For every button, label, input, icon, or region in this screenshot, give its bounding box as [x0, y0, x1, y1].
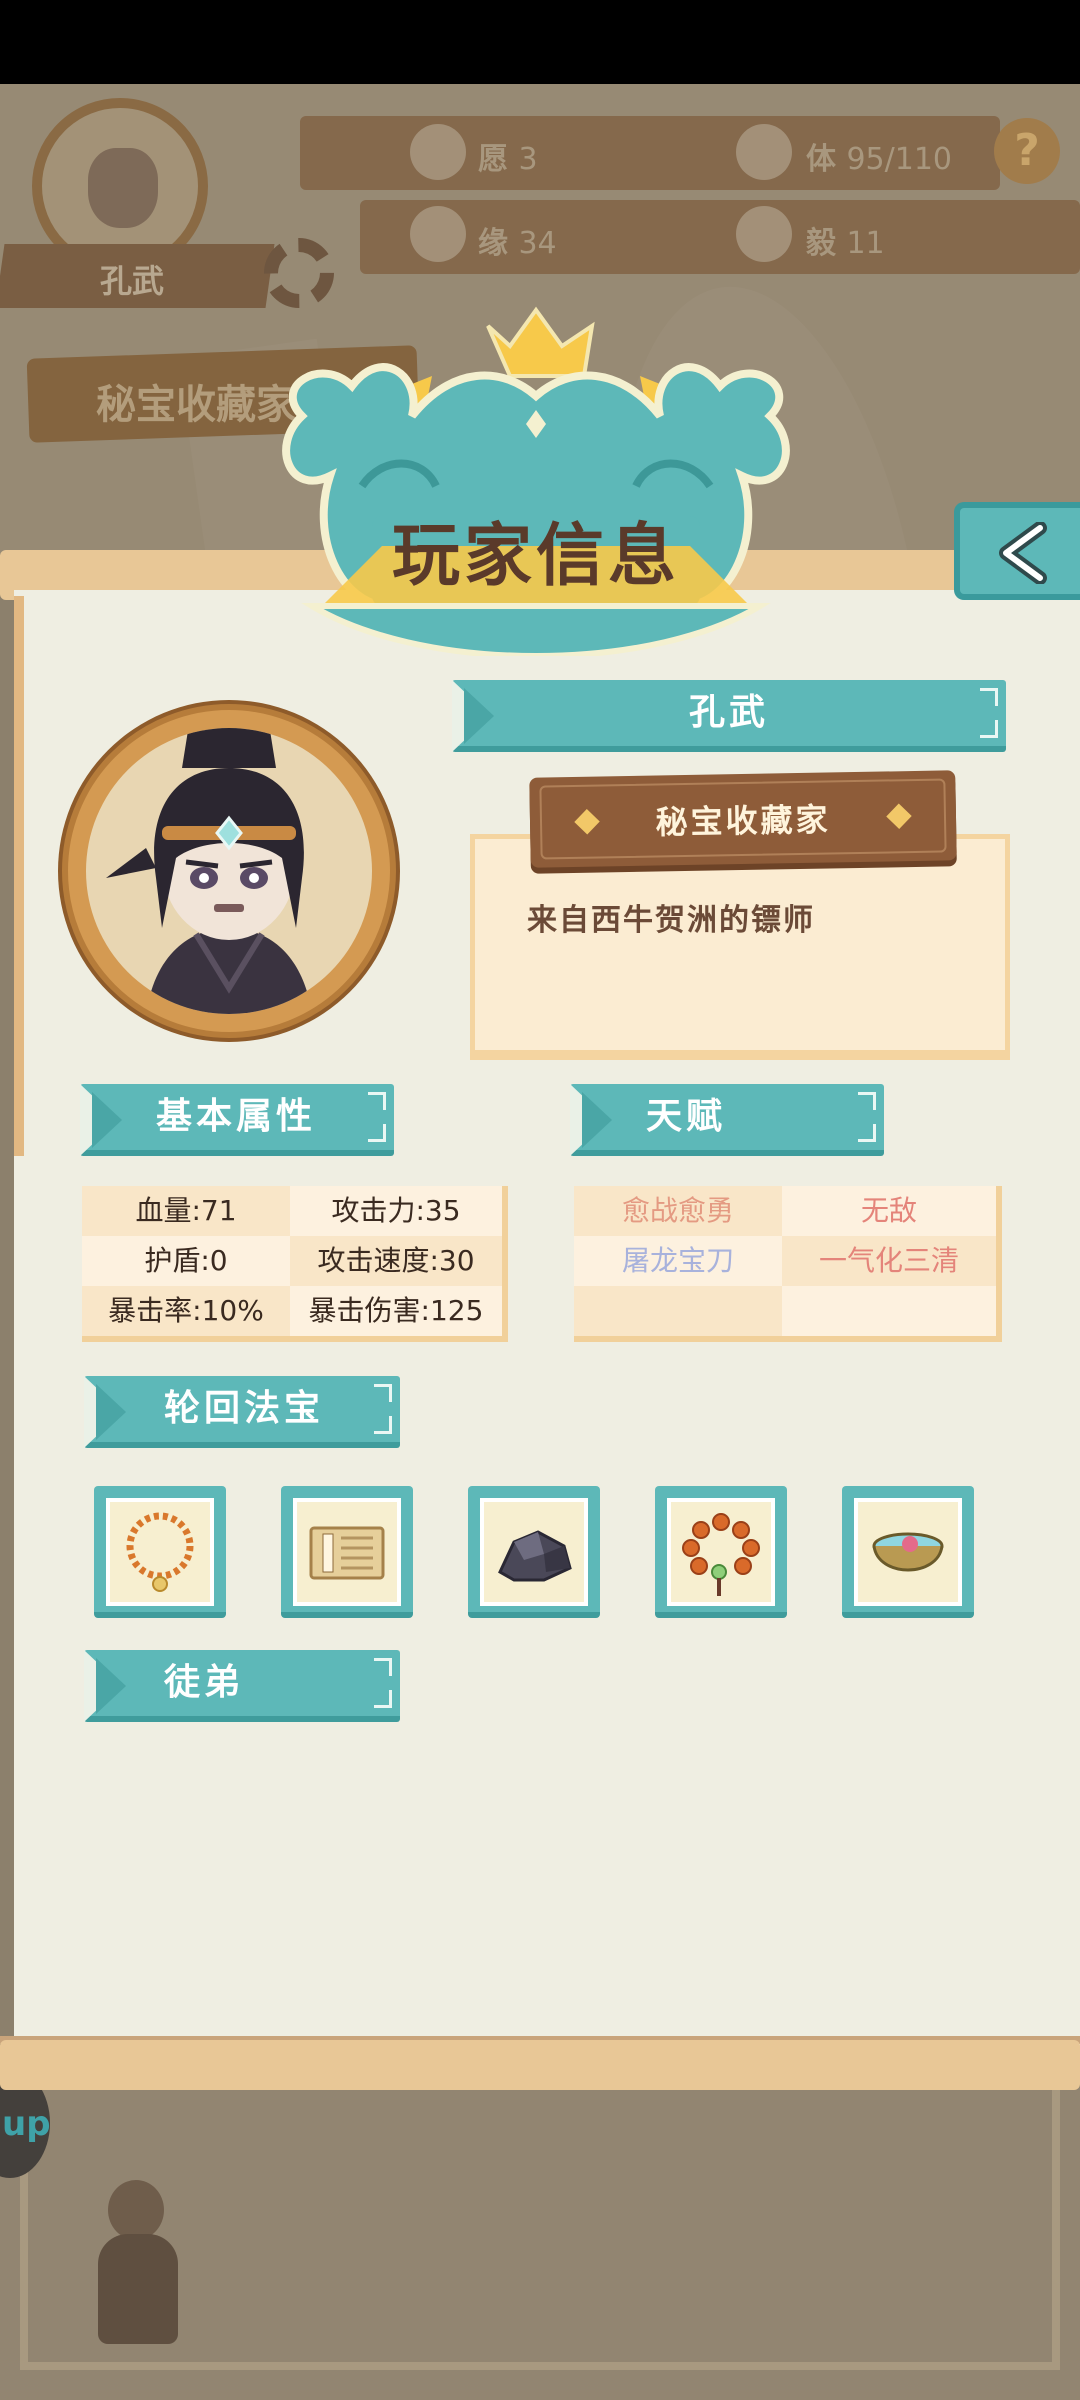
background-player-name: 孔武	[100, 262, 165, 300]
dialog-title: 玩家信息	[391, 517, 680, 596]
section-header-treasures: 轮回法宝	[84, 1376, 400, 1448]
player-name: 孔武	[688, 692, 769, 733]
treasure-slot-3[interactable]	[468, 1486, 600, 1618]
treasure-slot-5[interactable]	[842, 1486, 974, 1618]
description-box: 来自西牛贺洲的镖师	[470, 834, 1010, 1060]
attr-crit-rate: 暴击率:10%	[82, 1286, 290, 1336]
attr-attack: 攻击力:35	[290, 1186, 502, 1236]
attr-shield: 护盾:0	[82, 1236, 290, 1286]
talent-empty-slot	[782, 1286, 996, 1336]
attr-crit-damage: 暴击伤害:125	[290, 1286, 502, 1336]
amber-necklace-icon	[126, 1512, 194, 1592]
prayer-beads-icon	[682, 1513, 760, 1596]
talent-item[interactable]: 愈战愈勇	[574, 1186, 782, 1236]
status-bar	[0, 0, 1080, 84]
treasure-slot-4[interactable]	[655, 1486, 787, 1618]
player-avatar	[62, 704, 396, 1038]
chevron-left-icon	[999, 522, 1047, 584]
talents-table: 愈战愈勇 无敌 屠龙宝刀 一气化三清	[574, 1186, 1002, 1342]
dark-ore-icon	[498, 1530, 572, 1582]
player-title-plaque: 秘宝收藏家	[529, 770, 957, 868]
treasure-slot-1[interactable]	[94, 1486, 226, 1618]
jade-bowl-icon	[872, 1532, 944, 1572]
talent-empty-slot	[574, 1286, 782, 1336]
help-button[interactable]: ?	[994, 118, 1060, 184]
panel-bottom-rail	[0, 2040, 1080, 2090]
attr-attack-speed: 攻击速度:30	[290, 1236, 502, 1286]
background-character	[88, 2170, 188, 2360]
stamina-icon	[736, 124, 792, 180]
attr-hp: 血量:71	[82, 1186, 290, 1236]
title-crest-icon	[282, 306, 790, 656]
lotus-icon	[410, 206, 466, 262]
scroll-book-icon	[309, 1526, 385, 1580]
wish-icon	[410, 124, 466, 180]
player-description: 来自西牛贺洲的镖师	[527, 903, 815, 938]
talent-item[interactable]: 无敌	[782, 1186, 996, 1236]
buddha-icon	[736, 206, 792, 262]
attributes-table: 血量:71 攻击力:35 护盾:0 攻击速度:30 暴击率:10% 暴击伤害:1…	[82, 1186, 508, 1342]
talent-item[interactable]: 屠龙宝刀	[574, 1236, 782, 1286]
section-header-disciples: 徒弟	[84, 1650, 400, 1722]
player-name-ribbon: 孔武	[452, 680, 1006, 752]
player-title: 秘宝收藏家	[655, 800, 831, 842]
treasure-slot-2[interactable]	[281, 1486, 413, 1618]
section-header-talents: 天赋	[570, 1084, 884, 1156]
section-header-attributes: 基本属性	[80, 1084, 394, 1156]
player-portrait-icon	[106, 728, 312, 1014]
settings-gear-icon	[264, 238, 334, 308]
talent-item[interactable]: 一气化三清	[782, 1236, 996, 1286]
back-button[interactable]	[954, 502, 1080, 600]
